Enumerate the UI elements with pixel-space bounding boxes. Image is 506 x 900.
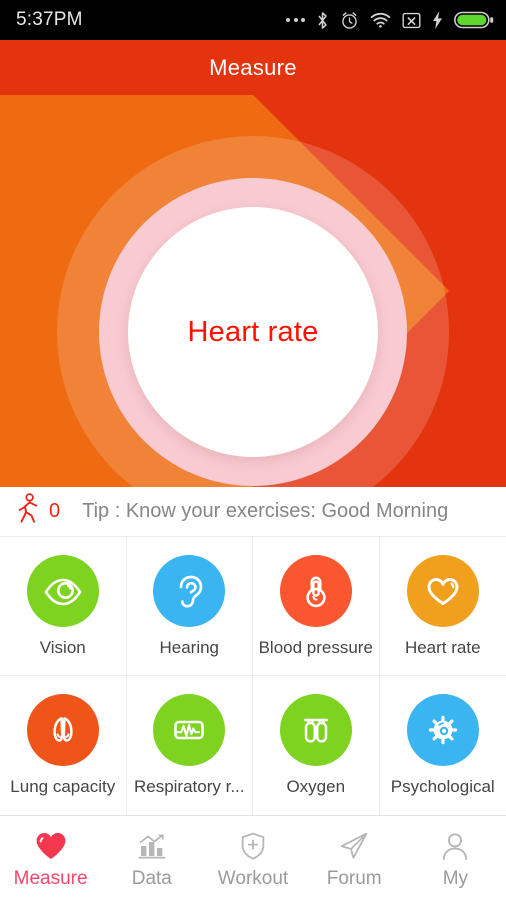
- app-header: Measure: [0, 40, 506, 95]
- grid-item-vision[interactable]: Vision: [0, 537, 127, 676]
- grid-item-psychological[interactable]: Psychological: [380, 676, 506, 815]
- nav-item-workout[interactable]: Workout: [202, 816, 303, 900]
- tip-text: Tip : Know your exercises: Good Morning: [82, 500, 449, 522]
- nav-item-label: Measure: [13, 867, 88, 889]
- hero-banner: Heart rate: [0, 40, 506, 487]
- walking-person-icon: [16, 493, 41, 530]
- ecg-wave-icon: [153, 694, 226, 766]
- status-bar: 5:37PM: [0, 0, 506, 40]
- eye-icon: [26, 554, 99, 627]
- tip-bar[interactable]: 0 Tip : Know your exercises: Good Mornin…: [0, 487, 506, 537]
- bar-chart-icon: [136, 831, 168, 861]
- grid-item-hearing[interactable]: Hearing: [126, 537, 253, 676]
- nav-item-measure[interactable]: Measure: [0, 816, 101, 900]
- heart-filled-icon: [35, 831, 67, 861]
- alarm-clock-icon: [340, 11, 359, 30]
- grid-item-oxygen[interactable]: Oxygen: [253, 676, 380, 815]
- grid-item-blood-pressure[interactable]: Blood pressure: [253, 537, 380, 676]
- battery-full-icon: [454, 10, 494, 30]
- grid-item-label: Heart rate: [404, 637, 481, 657]
- grid-item-label: Vision: [39, 637, 86, 657]
- nav-item-my[interactable]: My: [405, 816, 506, 900]
- nav-item-label: Forum: [326, 867, 382, 889]
- grid-item-label: Lung capacity: [10, 777, 116, 796]
- heart-rate-measure-button[interactable]: Heart rate: [128, 207, 378, 457]
- heart-outline-icon: [406, 554, 479, 627]
- grid-item-label: Oxygen: [286, 777, 346, 796]
- bluetooth-icon: [316, 11, 329, 30]
- paper-plane-icon: [338, 831, 370, 861]
- nav-item-label: Workout: [217, 867, 289, 889]
- person-icon: [439, 831, 471, 861]
- heart-rate-button-label: Heart rate: [187, 315, 319, 348]
- grid-item-respiratory-rate[interactable]: Respiratory r...: [127, 676, 253, 815]
- grid-item-label: Psychological: [390, 777, 495, 796]
- status-clock: 5:37PM: [16, 9, 83, 30]
- step-count: 0: [49, 500, 61, 522]
- brain-gear-icon: [406, 694, 479, 766]
- bottom-navigation: Measure Data Workout Forum My: [0, 815, 506, 900]
- page-title: Measure: [209, 54, 297, 80]
- sim-card-off-icon: [402, 12, 421, 29]
- wifi-icon: [370, 12, 391, 28]
- grid-item-label: Blood pressure: [258, 637, 373, 657]
- grid-item-heart-rate[interactable]: Heart rate: [379, 537, 506, 676]
- charging-bolt-icon: [432, 11, 443, 29]
- grid-item-lung-capacity[interactable]: Lung capacity: [0, 676, 127, 815]
- status-icon-tray: [286, 10, 494, 30]
- lungs-icon: [26, 694, 99, 766]
- nav-item-data[interactable]: Data: [101, 816, 202, 900]
- oxygen-tank-icon: [279, 694, 352, 766]
- grid-item-label: Respiratory r...: [133, 777, 245, 796]
- ear-icon: [153, 554, 226, 627]
- measure-feature-grid: Vision Hearing Blood pressure Heart rate…: [0, 537, 506, 815]
- grid-item-label: Hearing: [159, 637, 220, 657]
- phone-screen: 5:37PM Heart rate Measure 0 Tip: Know y…: [0, 0, 506, 900]
- nav-item-forum[interactable]: Forum: [304, 816, 405, 900]
- nav-item-label: Data: [131, 867, 172, 889]
- thermometer-icon: [279, 554, 352, 627]
- shield-plus-icon: [237, 831, 269, 861]
- more-dots-icon: [286, 18, 305, 22]
- nav-item-label: My: [442, 867, 469, 889]
